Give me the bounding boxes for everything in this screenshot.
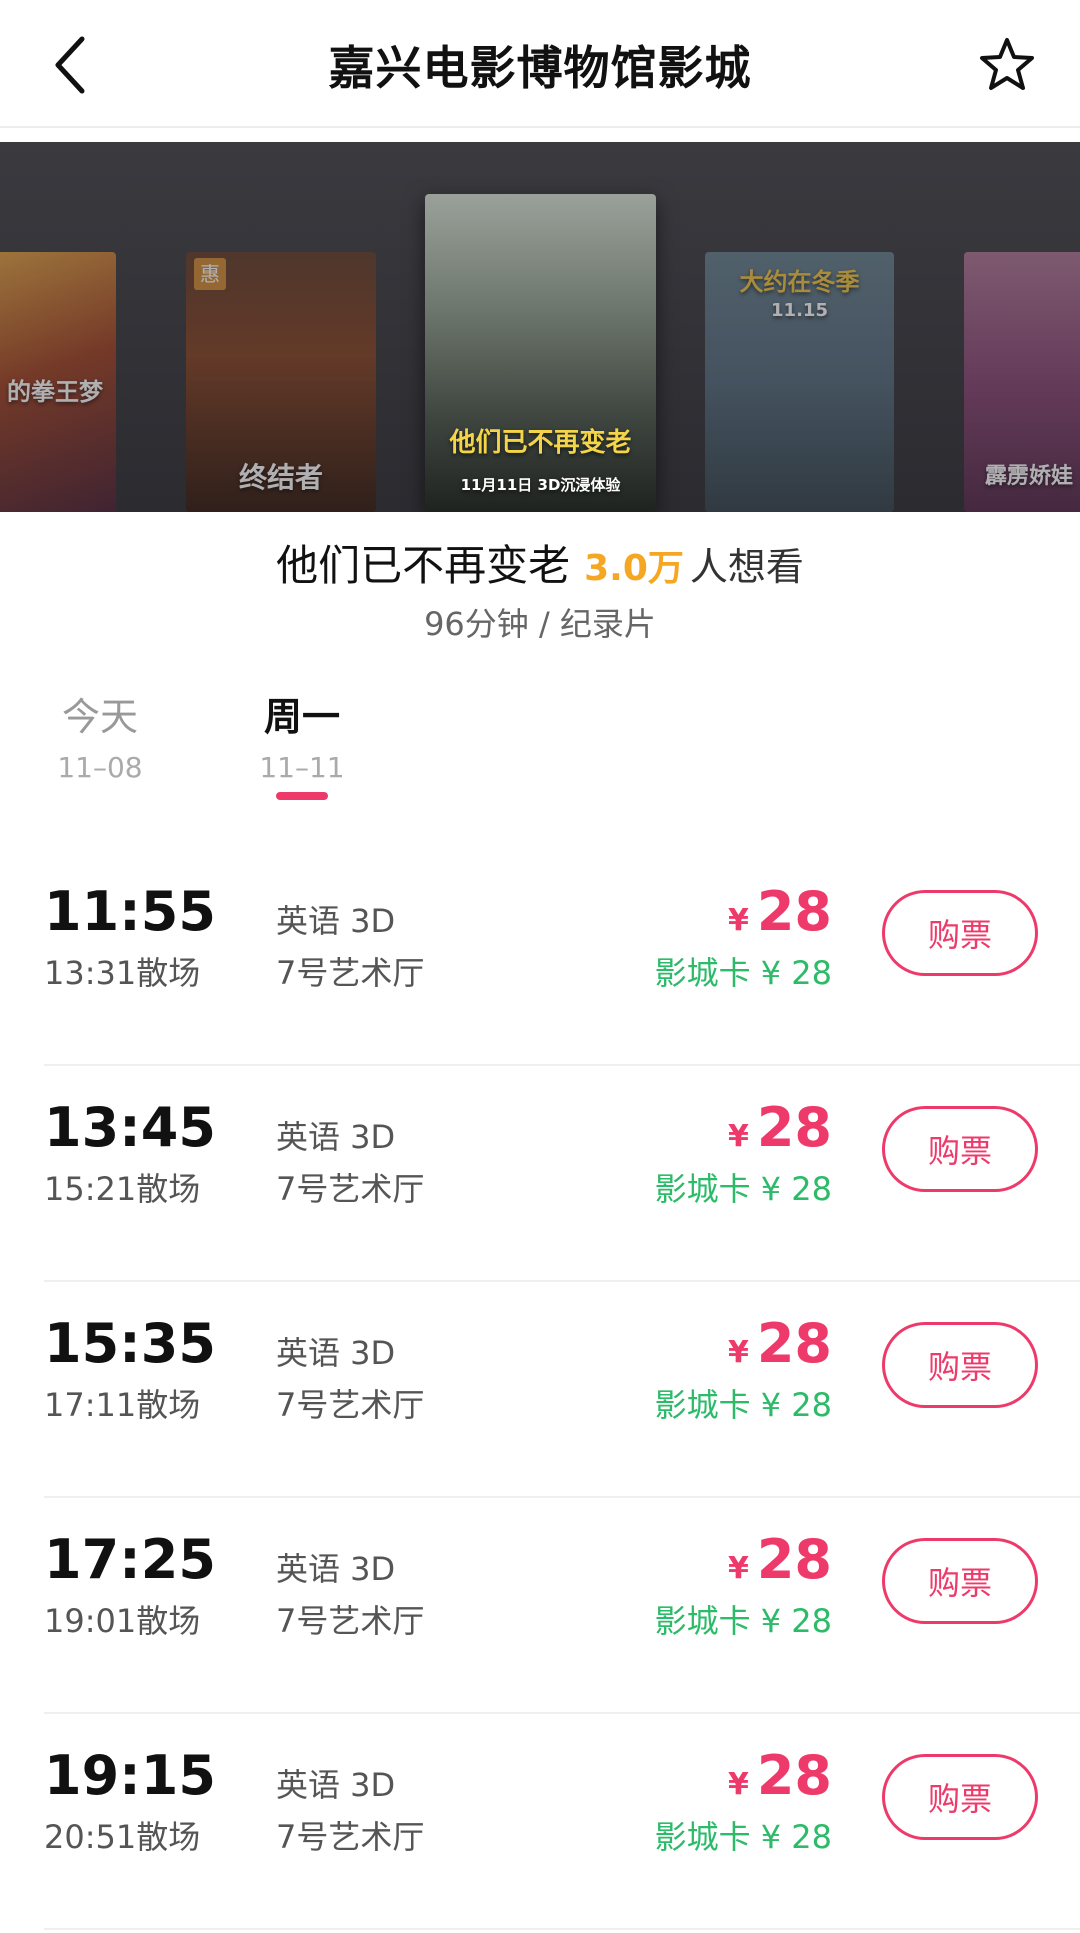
hall-name: 7号艺术厅	[276, 1386, 425, 1424]
currency-symbol: ¥	[727, 903, 749, 938]
ticket-price: ¥28	[728, 1528, 832, 1591]
poster-caption: 11月11日 3D沉浸体验	[460, 476, 621, 494]
currency-symbol: ¥	[727, 1119, 749, 1154]
hall-name: 7号艺术厅	[276, 1818, 425, 1856]
hall-name: 7号艺术厅	[276, 1602, 425, 1640]
tab-date-label: 11–11	[259, 751, 345, 784]
ticket-price: ¥28	[728, 1744, 832, 1807]
favorite-button[interactable]	[972, 30, 1042, 100]
price-value: 28	[756, 1096, 832, 1159]
start-time: 11:55	[44, 880, 216, 943]
language-format: 英语 3D	[276, 1118, 396, 1156]
language-format: 英语 3D	[276, 902, 396, 940]
card-price: 影城卡 ¥ 28	[654, 1170, 832, 1208]
start-time: 15:35	[44, 1312, 216, 1375]
poster-item-selected[interactable]: 他们已不再变老 11月11日 3D沉浸体验	[425, 194, 656, 512]
start-time: 17:25	[44, 1528, 216, 1591]
poster-item[interactable]: 大约在冬季 11.15	[705, 252, 894, 512]
price-value: 28	[756, 1744, 832, 1807]
poster-item[interactable]: 霹雳娇娃	[964, 252, 1080, 512]
top-nav-bar: 嘉兴电影博物馆影城	[0, 0, 1080, 128]
currency-symbol: ¥	[727, 1335, 749, 1370]
ticket-price: ¥28	[728, 1096, 832, 1159]
page-title: 嘉兴电影博物馆影城	[328, 41, 752, 95]
poster-carousel[interactable]: 的拳王梦 惠 终结者 他们已不再变老 11月11日 3D沉浸体验 大约在冬季 1…	[0, 142, 1080, 512]
price-value: 28	[756, 880, 832, 943]
end-time: 15:21散场	[44, 1170, 201, 1208]
showtime-row: 13:45 15:21散场 英语 3D 7号艺术厅 ¥28 影城卡 ¥ 28 购…	[44, 1066, 1080, 1282]
poster-item[interactable]: 惠 终结者	[186, 252, 376, 512]
movie-title: 他们已不再变老	[276, 541, 571, 590]
price-value: 28	[756, 1528, 832, 1591]
language-format: 英语 3D	[276, 1334, 396, 1372]
want-count: 3.0万	[584, 548, 684, 589]
tab-monday[interactable]: 周一 11–11	[222, 686, 382, 784]
back-button[interactable]	[40, 30, 100, 100]
showtime-row: 19:15 20:51散场 英语 3D 7号艺术厅 ¥28 影城卡 ¥ 28 购…	[44, 1714, 1080, 1930]
currency-symbol: ¥	[727, 1767, 749, 1802]
end-time: 13:31散场	[44, 954, 201, 992]
star-icon	[980, 38, 1034, 90]
start-time: 19:15	[44, 1744, 216, 1807]
showtime-row: 17:25 19:01散场 英语 3D 7号艺术厅 ¥28 影城卡 ¥ 28 购…	[44, 1498, 1080, 1714]
tab-day-label: 今天	[61, 695, 138, 739]
buy-ticket-button[interactable]: 购票	[882, 1538, 1038, 1624]
buy-ticket-button[interactable]: 购票	[882, 1754, 1038, 1840]
tab-date-label: 11–08	[57, 751, 143, 784]
want-label: 人想看	[689, 545, 804, 589]
buy-ticket-button[interactable]: 购票	[882, 890, 1038, 976]
end-time: 20:51散场	[44, 1818, 201, 1856]
hall-name: 7号艺术厅	[276, 954, 425, 992]
chevron-left-icon	[55, 36, 85, 94]
card-price: 影城卡 ¥ 28	[654, 1818, 832, 1856]
showtime-row: 15:35 17:11散场 英语 3D 7号艺术厅 ¥28 影城卡 ¥ 28 购…	[44, 1282, 1080, 1498]
buy-ticket-button[interactable]: 购票	[882, 1106, 1038, 1192]
ticket-price: ¥28	[728, 880, 832, 943]
card-price: 影城卡 ¥ 28	[654, 1602, 832, 1640]
tab-day-label: 周一	[263, 695, 340, 739]
end-time: 17:11散场	[44, 1386, 201, 1424]
movie-meta: 96分钟 / 纪录片	[424, 605, 656, 643]
hall-name: 7号艺术厅	[276, 1170, 425, 1208]
currency-symbol: ¥	[727, 1551, 749, 1586]
active-tab-indicator	[276, 792, 328, 800]
end-time: 19:01散场	[44, 1602, 201, 1640]
card-price: 影城卡 ¥ 28	[654, 1386, 832, 1424]
poster-item[interactable]: 的拳王梦	[0, 252, 116, 512]
card-price: 影城卡 ¥ 28	[654, 954, 832, 992]
buy-ticket-button[interactable]: 购票	[882, 1322, 1038, 1408]
language-format: 英语 3D	[276, 1550, 396, 1588]
movie-info: 他们已不再变老 3.0万 人想看 96分钟 / 纪录片	[0, 532, 1080, 645]
start-time: 13:45	[44, 1096, 216, 1159]
tab-today[interactable]: 今天 11–08	[20, 686, 180, 784]
showtime-row: 11:55 13:31散场 英语 3D 7号艺术厅 ¥28 影城卡 ¥ 28 购…	[44, 850, 1080, 1066]
ticket-price: ¥28	[728, 1312, 832, 1375]
price-value: 28	[756, 1312, 832, 1375]
showtime-list: 11:55 13:31散场 英语 3D 7号艺术厅 ¥28 影城卡 ¥ 28 购…	[0, 850, 1080, 1930]
language-format: 英语 3D	[276, 1766, 396, 1804]
poster-title: 他们已不再变老	[449, 428, 632, 458]
date-tabs: 今天 11–08 周一 11–11	[0, 686, 1080, 806]
